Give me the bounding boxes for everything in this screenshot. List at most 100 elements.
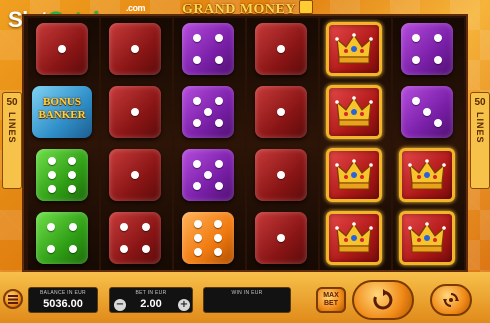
reel-cell — [32, 146, 95, 204]
reel-cell — [178, 209, 241, 267]
reel-5 — [320, 18, 391, 270]
reel-cell — [324, 20, 387, 78]
die-pip — [142, 245, 151, 254]
win-panel: WIN IN EUR — [203, 287, 291, 313]
menu-icon — [8, 294, 18, 304]
autoplay-button[interactable] — [430, 284, 472, 316]
reel-4 — [247, 18, 318, 270]
die-pip — [215, 182, 224, 191]
die-pip — [434, 33, 443, 42]
reel-2 — [101, 18, 172, 270]
red-die-1-icon — [255, 149, 307, 201]
reel-cell — [397, 83, 460, 141]
die-pip — [215, 56, 224, 65]
red-die-1-icon — [109, 86, 161, 138]
max-bet-button[interactable]: MAX BET — [316, 287, 346, 313]
bet-decrease-button[interactable]: − — [114, 299, 126, 311]
die-pip — [192, 159, 201, 168]
reel-cell — [324, 209, 387, 267]
die-pip — [215, 96, 224, 105]
die-pip — [423, 108, 431, 116]
die-pip — [58, 45, 66, 53]
reel-cell — [324, 83, 387, 141]
menu-button[interactable] — [3, 289, 23, 309]
die-pip — [411, 96, 420, 105]
die-pip — [68, 184, 77, 193]
balance-label: BALANCE IN EUR — [40, 290, 86, 296]
lines-indicator-right: 50 LINES — [470, 92, 490, 189]
red-die-1-icon — [255, 86, 307, 138]
reel-cell — [105, 83, 168, 141]
red-die-1-icon — [255, 23, 307, 75]
balance-panel: BALANCE IN EUR 5036.00 — [28, 287, 98, 313]
die-pip — [214, 220, 223, 229]
crown-icon — [399, 211, 455, 265]
reel-cell — [251, 146, 314, 204]
reel-6 — [393, 18, 464, 270]
die-pip — [69, 245, 78, 254]
purple-die-4-icon — [182, 23, 234, 75]
die-pip — [47, 157, 56, 166]
die-pip — [192, 33, 201, 42]
win-label: WIN IN EUR — [231, 290, 263, 296]
die-pip — [47, 184, 56, 193]
reel-cell — [32, 209, 95, 267]
balance-value: 5036.00 — [43, 298, 83, 310]
reel-cell — [32, 20, 95, 78]
die-pip — [204, 108, 212, 116]
reel-cell — [251, 83, 314, 141]
reel-cell — [105, 146, 168, 204]
die-pip — [68, 171, 77, 179]
crown-icon — [326, 85, 382, 139]
die-pip — [215, 33, 224, 42]
crown-icon — [326, 148, 382, 202]
die-pip — [119, 245, 128, 254]
die-pip — [192, 182, 201, 191]
green-die-4-icon — [36, 212, 88, 264]
die-pip — [204, 171, 212, 179]
red-die-1-icon — [255, 212, 307, 264]
reel-cell: BONUS BANKER — [32, 83, 95, 141]
purple-die-4-icon — [401, 23, 453, 75]
die-pip — [214, 247, 223, 256]
red-die-4-icon — [109, 212, 161, 264]
crown-icon — [326, 22, 382, 76]
reel-3 — [174, 18, 245, 270]
die-pip — [193, 234, 202, 242]
reel-cell — [397, 146, 460, 204]
reel-cell — [178, 146, 241, 204]
orange-die-6-icon — [182, 212, 234, 264]
lines-indicator-left: 50 LINES — [2, 92, 22, 189]
die-pip — [277, 45, 285, 53]
crown-icon — [399, 148, 455, 202]
die-pip — [192, 56, 201, 65]
die-pip — [142, 222, 151, 231]
die-pip — [131, 171, 139, 179]
die-pip — [193, 220, 202, 229]
spin-button[interactable] — [352, 280, 414, 320]
die-pip — [131, 108, 139, 116]
die-pip — [411, 33, 420, 42]
die-pip — [131, 45, 139, 53]
reel-cell — [178, 83, 241, 141]
purple-die-3-icon — [401, 86, 453, 138]
die-pip — [192, 96, 201, 105]
bonus-banker-icon: BONUS BANKER — [32, 86, 92, 138]
die-pip — [192, 119, 201, 128]
die-pip — [47, 171, 56, 179]
purple-die-5-icon — [182, 86, 234, 138]
reel-grid[interactable]: BONUS BANKER — [22, 14, 468, 272]
reel-cell — [251, 209, 314, 267]
die-pip — [46, 245, 55, 254]
die-pip — [411, 56, 420, 65]
bet-label: BET IN EUR — [135, 290, 167, 296]
die-pip — [215, 119, 224, 128]
bet-panel: BET IN EUR 2.00 − + — [109, 287, 193, 313]
bet-increase-button[interactable]: + — [178, 299, 190, 311]
die-pip — [277, 234, 285, 242]
reel-cell — [105, 209, 168, 267]
red-die-1-icon — [109, 149, 161, 201]
spin-icon — [373, 289, 393, 310]
die-pip — [119, 222, 128, 231]
reel-cell — [105, 20, 168, 78]
